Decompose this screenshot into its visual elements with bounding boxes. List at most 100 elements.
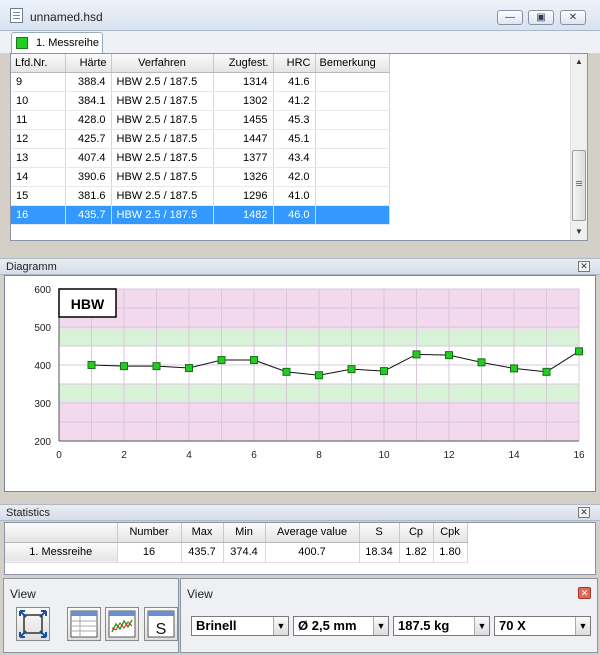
measurement-grid: Lfd.Nr. Härte Verfahren Zugfest. HRC Bem… [10, 53, 588, 241]
x-tick-label: 12 [443, 450, 455, 461]
column-header-verfahren[interactable]: Verfahren [111, 54, 214, 73]
stats-header-average: Average value [265, 523, 360, 543]
data-point [217, 356, 226, 365]
stats-header-min: Min [223, 523, 266, 543]
cell-zugfest: 1296 [213, 186, 274, 206]
statistics-view-button[interactable]: S [144, 607, 178, 641]
cell-hrc: 41.0 [273, 186, 316, 206]
stats-number: 16 [117, 542, 182, 563]
x-tick-label: 16 [573, 450, 585, 461]
cell-bemerkung[interactable] [315, 110, 390, 130]
table-row[interactable]: 10 384.1 HBW 2.5 / 187.5 1302 41.2 [11, 91, 390, 111]
stats-header-cp: Cp [399, 523, 434, 543]
data-point [445, 351, 453, 360]
document-icon [10, 8, 23, 23]
cell-bemerkung[interactable] [315, 91, 390, 111]
column-header-hrc[interactable]: HRC [273, 54, 316, 73]
scroll-up-icon[interactable]: ▲ [571, 54, 587, 70]
column-header-haerte[interactable]: Härte [65, 54, 112, 73]
cell-lfd-nr: 14 [11, 167, 66, 187]
y-tick-label: 200 [34, 437, 51, 448]
ball-diameter-value: Ø 2,5 mm [298, 618, 357, 633]
hardness-chart: 200 300 400 500 600 0 2 4 6 8 10 12 14 16 HBW [34, 285, 585, 461]
cell-bemerkung[interactable] [315, 205, 390, 225]
magnification-select[interactable]: 70 X ▼ [494, 616, 591, 636]
grid-scrollbar[interactable]: ▲ ▼ [570, 54, 587, 240]
x-tick-label: 4 [186, 450, 192, 461]
cell-lfd-nr: 16 [11, 205, 66, 225]
table-row[interactable]: 15 381.6 HBW 2.5 / 187.5 1296 41.0 [11, 186, 390, 206]
table-row[interactable]: 14 390.6 HBW 2.5 / 187.5 1326 42.0 [11, 167, 390, 187]
fit-view-button[interactable] [16, 607, 50, 641]
chevron-down-icon: ▼ [474, 617, 489, 635]
ball-diameter-select[interactable]: Ø 2,5 mm ▼ [293, 616, 389, 636]
table-row[interactable]: 11 428.0 HBW 2.5 / 187.5 1455 45.3 [11, 110, 390, 130]
diagram-panel-title: Diagramm [6, 261, 57, 273]
stats-cpk: 1.80 [433, 542, 468, 563]
measurement-table: Lfd.Nr. Härte Verfahren Zugfest. HRC Bem… [11, 54, 390, 225]
stats-header: Number Max Min Average value S Cp Cpk [5, 523, 468, 543]
tab-label: 1. Messreihe [36, 37, 99, 49]
tab-messreihe-1[interactable]: 1. Messreihe [11, 32, 103, 54]
table-row-selected[interactable]: 16 435.7 HBW 2.5 / 187.5 1482 46.0 [11, 205, 390, 225]
data-point [185, 364, 193, 373]
table-row[interactable]: 12 425.7 HBW 2.5 / 187.5 1447 45.1 [11, 129, 390, 149]
view-toolbar-right: View ✕ Brinell ▼ Ø 2,5 mm ▼ 187.5 kg ▼ 70 X… [180, 578, 598, 653]
table-row[interactable]: 13 407.4 HBW 2.5 / 187.5 1377 43.4 [11, 148, 390, 168]
table-view-icon [70, 610, 98, 638]
view-close-button[interactable]: ✕ [578, 587, 591, 599]
table-view-button[interactable] [67, 607, 101, 641]
column-header-lfd-nr[interactable]: Lfd.Nr. [11, 54, 66, 73]
chart-title: HBW [71, 296, 105, 312]
cell-zugfest: 1447 [213, 129, 274, 149]
statistics-view-icon: S [147, 610, 175, 638]
view-right-title: View [187, 587, 213, 601]
cell-bemerkung[interactable] [315, 129, 390, 149]
scroll-thumb[interactable] [572, 150, 586, 221]
x-tick-label: 2 [121, 450, 127, 461]
chart-view-icon [108, 610, 136, 638]
cell-zugfest: 1314 [213, 72, 274, 92]
chevron-down-icon: ▼ [273, 617, 288, 635]
cell-zugfest: 1482 [213, 205, 274, 225]
column-header-bemerkung[interactable]: Bemerkung [315, 54, 390, 73]
stats-cp: 1.82 [399, 542, 434, 563]
cell-zugfest: 1302 [213, 91, 274, 111]
statistics-table: Number Max Min Average value S Cp Cpk 1.… [5, 523, 468, 563]
cell-hrc: 46.0 [273, 205, 316, 225]
cell-lfd-nr: 13 [11, 148, 66, 168]
data-point [575, 347, 583, 356]
method-select[interactable]: Brinell ▼ [191, 616, 289, 636]
cell-haerte: 435.7 [65, 205, 112, 225]
y-tick-label: 600 [34, 285, 51, 296]
cell-bemerkung[interactable] [315, 167, 390, 187]
y-tick-label: 300 [34, 399, 51, 410]
scroll-down-icon[interactable]: ▼ [571, 224, 587, 240]
close-button[interactable]: ✕ [560, 10, 586, 25]
cell-bemerkung[interactable] [315, 186, 390, 206]
tab-strip: 1. Messreihe [0, 31, 600, 54]
minimize-button[interactable]: — [497, 10, 523, 25]
stats-header-number: Number [117, 523, 182, 543]
y-tick-label: 500 [34, 323, 51, 334]
stats-max: 435.7 [181, 542, 224, 563]
restore-button[interactable]: ▣ [528, 10, 554, 25]
view-left-title: View [10, 587, 36, 601]
cell-bemerkung[interactable] [315, 148, 390, 168]
cell-lfd-nr: 11 [11, 110, 66, 130]
cell-verfahren: HBW 2.5 / 187.5 [111, 110, 214, 130]
cell-verfahren: HBW 2.5 / 187.5 [111, 205, 214, 225]
statistics-close-button[interactable]: ✕ [578, 507, 590, 518]
table-row[interactable]: 9 388.4 HBW 2.5 / 187.5 1314 41.6 [11, 72, 390, 92]
data-point [510, 364, 518, 373]
stats-row[interactable]: 1. Messreihe 16 435.7 374.4 400.7 18.34 … [5, 542, 468, 563]
chart-view-button[interactable] [105, 607, 139, 641]
cell-haerte: 384.1 [65, 91, 112, 111]
diagram-panel-header: Diagramm ✕ [0, 258, 600, 275]
diagram-close-button[interactable]: ✕ [578, 261, 590, 272]
column-header-zugfest[interactable]: Zugfest. [213, 54, 274, 73]
load-select[interactable]: 187.5 kg ▼ [393, 616, 490, 636]
cell-bemerkung[interactable] [315, 72, 390, 92]
diagram-area: 200 300 400 500 600 0 2 4 6 8 10 12 14 16 HBW [4, 275, 596, 492]
cell-verfahren: HBW 2.5 / 187.5 [111, 148, 214, 168]
